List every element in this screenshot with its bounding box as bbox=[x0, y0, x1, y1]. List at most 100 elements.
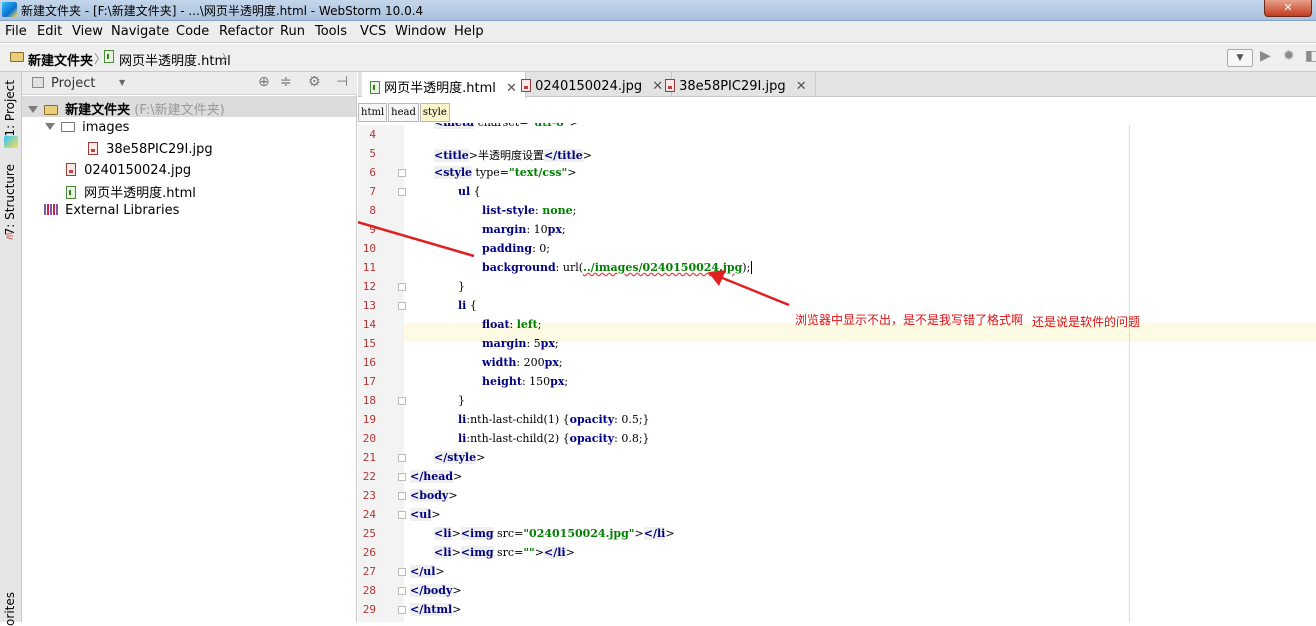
fold-marker-icon[interactable] bbox=[398, 606, 406, 614]
debug-icon[interactable]: ✹ bbox=[1283, 48, 1295, 64]
code-line: <meta charset="utf-8"> bbox=[434, 116, 579, 129]
menu-help[interactable]: Help bbox=[454, 24, 484, 39]
menu-view[interactable]: View bbox=[72, 24, 103, 39]
image-file-icon bbox=[66, 163, 76, 176]
tab-html-file[interactable]: 网页半透明度.html ✕ bbox=[362, 72, 526, 98]
project-panel: Project ▼ ⊕ ≑ ⚙ ⊣ 新建文件夹 (F:\新建文件夹) image… bbox=[22, 72, 357, 622]
nav-separator-icon: 〉 bbox=[222, 52, 235, 66]
run-icon[interactable]: ▶ bbox=[1260, 48, 1271, 64]
line-number: 8 bbox=[369, 204, 376, 217]
menu-tools[interactable]: Tools bbox=[315, 24, 347, 39]
line-number: 22 bbox=[362, 470, 376, 483]
tree-file-image[interactable]: 38e58PIC29I.jpg bbox=[88, 140, 213, 157]
fold-marker-icon[interactable] bbox=[398, 397, 406, 405]
fold-marker-icon[interactable] bbox=[398, 568, 406, 576]
chevron-down-icon[interactable]: ▼ bbox=[119, 78, 125, 87]
code-line: ul { bbox=[458, 185, 481, 198]
nav-folder[interactable]: 新建文件夹 bbox=[28, 50, 93, 69]
annotation-arrow-line bbox=[719, 275, 790, 307]
breadcrumb-style[interactable]: style bbox=[419, 103, 450, 122]
menu-run[interactable]: Run bbox=[280, 24, 305, 39]
expand-arrow-icon[interactable] bbox=[28, 106, 38, 113]
code-line: } bbox=[458, 280, 465, 293]
code-line: <li><img src=""></li> bbox=[434, 546, 575, 559]
project-panel-header: Project ▼ ⊕ ≑ ⚙ ⊣ bbox=[22, 72, 357, 95]
line-number: 26 bbox=[362, 546, 376, 559]
fold-marker-icon[interactable] bbox=[398, 302, 406, 310]
menu-bar: File Edit View Navigate Code Refactor Ru… bbox=[0, 21, 1316, 43]
gear-icon[interactable]: ⚙ bbox=[308, 74, 321, 90]
project-view-icon bbox=[32, 77, 44, 88]
favorites-tool-tab[interactable]: orites bbox=[3, 592, 17, 626]
fold-marker-icon[interactable] bbox=[398, 473, 406, 481]
fold-marker-icon[interactable] bbox=[398, 169, 406, 177]
line-number: 5 bbox=[369, 147, 376, 160]
tree-file-html[interactable]: 网页半透明度.html bbox=[66, 182, 196, 201]
fold-marker-icon[interactable] bbox=[398, 492, 406, 500]
structure-tool-tab[interactable]: 7: Structure bbox=[3, 164, 17, 235]
fold-marker-icon[interactable] bbox=[398, 587, 406, 595]
menu-code[interactable]: Code bbox=[176, 24, 209, 39]
code-line: <ul> bbox=[410, 508, 441, 521]
tree-root-label: 新建文件夹 bbox=[65, 103, 131, 118]
breadcrumb: html head style bbox=[358, 103, 451, 125]
window-title: 新建文件夹 - [F:\新建文件夹] - ...\网页半透明度.html - W… bbox=[21, 4, 424, 18]
code-line: float: left; bbox=[482, 318, 542, 331]
fold-marker-icon[interactable] bbox=[398, 188, 406, 196]
line-number: 18 bbox=[362, 394, 376, 407]
breadcrumb-html[interactable]: html bbox=[358, 103, 388, 122]
fold-marker-icon[interactable] bbox=[398, 454, 406, 462]
breadcrumb-head[interactable]: head bbox=[388, 103, 419, 122]
project-view-selector[interactable]: Project bbox=[51, 76, 95, 91]
line-number: 29 bbox=[362, 603, 376, 616]
expand-arrow-icon[interactable] bbox=[45, 123, 55, 130]
window-titlebar: 新建文件夹 - [F:\新建文件夹] - ...\网页半透明度.html - W… bbox=[0, 0, 1316, 21]
tab-image-file[interactable]: 38e58PIC29I.jpg ✕ bbox=[657, 72, 816, 97]
navigation-bar: 新建文件夹 〉 网页半透明度.html 〉 ▼ ▶ ✹ ◧ bbox=[0, 44, 1316, 72]
code-line: <title>半透明度设置</title> bbox=[434, 149, 592, 162]
sync-icon[interactable]: ⊕ bbox=[258, 74, 270, 90]
folder-icon bbox=[10, 52, 24, 62]
tree-file-label: 网页半透明度.html bbox=[84, 186, 196, 201]
code-line: <body> bbox=[410, 489, 458, 502]
fold-marker-icon[interactable] bbox=[398, 511, 406, 519]
tree-file-label: 0240150024.jpg bbox=[84, 163, 192, 178]
nav-file[interactable]: 网页半透明度.html bbox=[119, 50, 231, 69]
menu-window[interactable]: Window bbox=[395, 24, 446, 39]
line-number: 27 bbox=[362, 565, 376, 578]
line-number: 25 bbox=[362, 527, 376, 540]
tab-jpg-file[interactable]: 0240150024.jpg ✕ bbox=[513, 72, 673, 97]
close-icon[interactable]: ✕ bbox=[796, 79, 807, 94]
line-number: 14 bbox=[362, 318, 376, 331]
folder-icon bbox=[44, 105, 58, 115]
run-config-dropdown-icon[interactable]: ▼ bbox=[1227, 49, 1253, 67]
code-line: </body> bbox=[410, 584, 462, 597]
line-number: 17 bbox=[362, 375, 376, 388]
collapse-all-icon[interactable]: ≑ bbox=[280, 74, 292, 90]
hide-panel-icon[interactable]: ⊣ bbox=[336, 74, 348, 90]
line-number: 10 bbox=[362, 242, 376, 255]
tree-root[interactable]: 新建文件夹 (F:\新建文件夹) bbox=[28, 99, 225, 118]
code-line: li:nth-last-child(1) {opacity: 0.5;} bbox=[458, 413, 650, 426]
menu-file[interactable]: File bbox=[5, 24, 27, 39]
line-gutter: 4 5 6 7 8 9 10 11 12 13 14 15 16 17 18 19 20 21 22 23 24 25 26… bbox=[358, 125, 406, 622]
line-number: 19 bbox=[362, 413, 376, 426]
fold-marker-icon[interactable] bbox=[398, 283, 406, 291]
menu-edit[interactable]: Edit bbox=[37, 24, 62, 39]
tree-external-libraries[interactable]: External Libraries bbox=[44, 203, 179, 218]
line-number: 21 bbox=[362, 451, 376, 464]
tree-file-jpg[interactable]: 0240150024.jpg bbox=[66, 161, 191, 178]
code-line: background: url(../images/0240150024.jpg… bbox=[482, 261, 753, 274]
code-line: <li><img src="0240150024.jpg"></li> bbox=[434, 527, 675, 540]
folder-icon bbox=[61, 122, 75, 132]
project-tool-tab[interactable]: 1: Project bbox=[3, 80, 17, 137]
image-file-icon bbox=[88, 142, 98, 155]
stop-icon[interactable]: ◧ bbox=[1305, 48, 1316, 64]
line-number: 23 bbox=[362, 489, 376, 502]
menu-vcs[interactable]: VCS bbox=[360, 24, 386, 39]
tree-folder-images[interactable]: images bbox=[45, 120, 129, 135]
menu-navigate[interactable]: Navigate bbox=[111, 24, 169, 39]
window-close-button[interactable]: ✕ bbox=[1264, 0, 1312, 17]
menu-refactor[interactable]: Refactor bbox=[219, 24, 274, 39]
line-number: 15 bbox=[362, 337, 376, 350]
